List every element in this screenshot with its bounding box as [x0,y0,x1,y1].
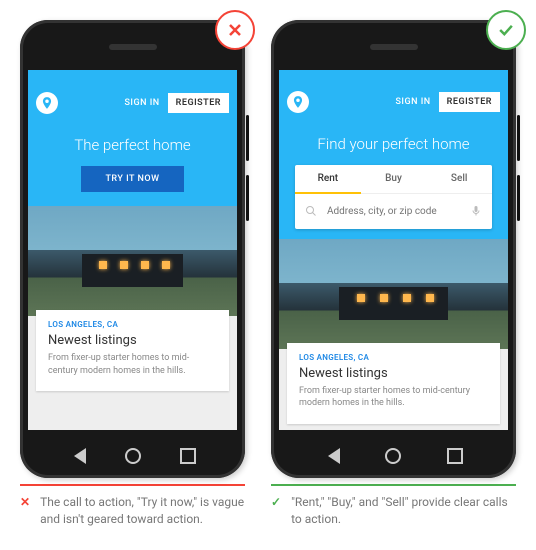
search-box: Rent Buy Sell [295,165,492,229]
screen: SIGN IN REGISTER The perfect home TRY IT… [28,70,237,430]
try-it-now-button[interactable]: TRY IT NOW [81,166,183,192]
screen: SIGN IN REGISTER Find your perfect home … [279,70,508,430]
caption-text: The call to action, "Try it now," is vag… [40,494,245,529]
hero-title: The perfect home [40,136,225,154]
badge-correct [486,10,526,50]
search-icon [305,202,317,221]
status-bar [28,70,237,86]
listing-title: Newest listings [48,333,217,348]
content: LOS ANGELES, CA Newest listings From fix… [28,210,237,430]
status-bar [279,70,508,85]
caption-good: ✓ "Rent," "Buy," and "Sell" provide clea… [271,494,516,529]
recent-icon[interactable] [447,448,463,464]
hero: The perfect home TRY IT NOW [28,120,237,210]
app-bar: SIGN IN REGISTER [28,86,237,120]
tabs: Rent Buy Sell [295,165,492,194]
tab-buy[interactable]: Buy [361,165,427,194]
search-input[interactable] [325,205,462,218]
example-bad: SIGN IN REGISTER The perfect home TRY IT… [20,20,245,529]
back-icon[interactable] [70,448,86,464]
listing-photo [28,206,237,316]
caption-bad: ✕ The call to action, "Try it now," is v… [20,494,245,529]
phone-frame: SIGN IN REGISTER Find your perfect home … [271,20,516,478]
listing-location: LOS ANGELES, CA [48,320,217,329]
mic-icon[interactable] [470,202,482,221]
phone-frame: SIGN IN REGISTER The perfect home TRY IT… [20,20,245,478]
recent-icon[interactable] [180,448,196,464]
signin-link[interactable]: SIGN IN [124,98,159,108]
register-button[interactable]: REGISTER [439,92,500,112]
example-good: SIGN IN REGISTER Find your perfect home … [271,20,516,529]
android-nav [20,448,245,464]
register-button[interactable]: REGISTER [168,93,229,113]
listing-photo [279,239,508,349]
hero: Find your perfect home Rent Buy Sell [279,119,508,243]
content: LOS ANGELES, CA Newest listings From fix… [279,243,508,430]
listing-desc: From fixer-up starter homes to mid-centu… [299,385,488,410]
caption-text: "Rent," "Buy," and "Sell" provide clear … [291,494,516,529]
logo-icon [287,91,309,113]
home-icon[interactable] [385,448,401,464]
rule-bad [20,484,245,486]
tab-sell[interactable]: Sell [426,165,492,194]
back-icon[interactable] [324,448,340,464]
listing-card[interactable]: LOS ANGELES, CA Newest listings From fix… [36,310,229,391]
x-icon: ✕ [20,494,30,529]
badge-incorrect [215,10,255,50]
logo-icon [36,92,58,114]
check-icon: ✓ [271,494,281,529]
android-nav [271,448,516,464]
signin-link[interactable]: SIGN IN [395,97,430,107]
listing-location: LOS ANGELES, CA [299,353,488,362]
listing-desc: From fixer-up starter homes to mid-centu… [48,352,217,377]
hero-title: Find your perfect home [291,135,496,153]
app-bar: SIGN IN REGISTER [279,85,508,119]
listing-title: Newest listings [299,366,488,381]
home-icon[interactable] [125,448,141,464]
listing-card[interactable]: LOS ANGELES, CA Newest listings From fix… [287,343,500,424]
rule-good [271,484,516,486]
tab-rent[interactable]: Rent [295,165,361,194]
